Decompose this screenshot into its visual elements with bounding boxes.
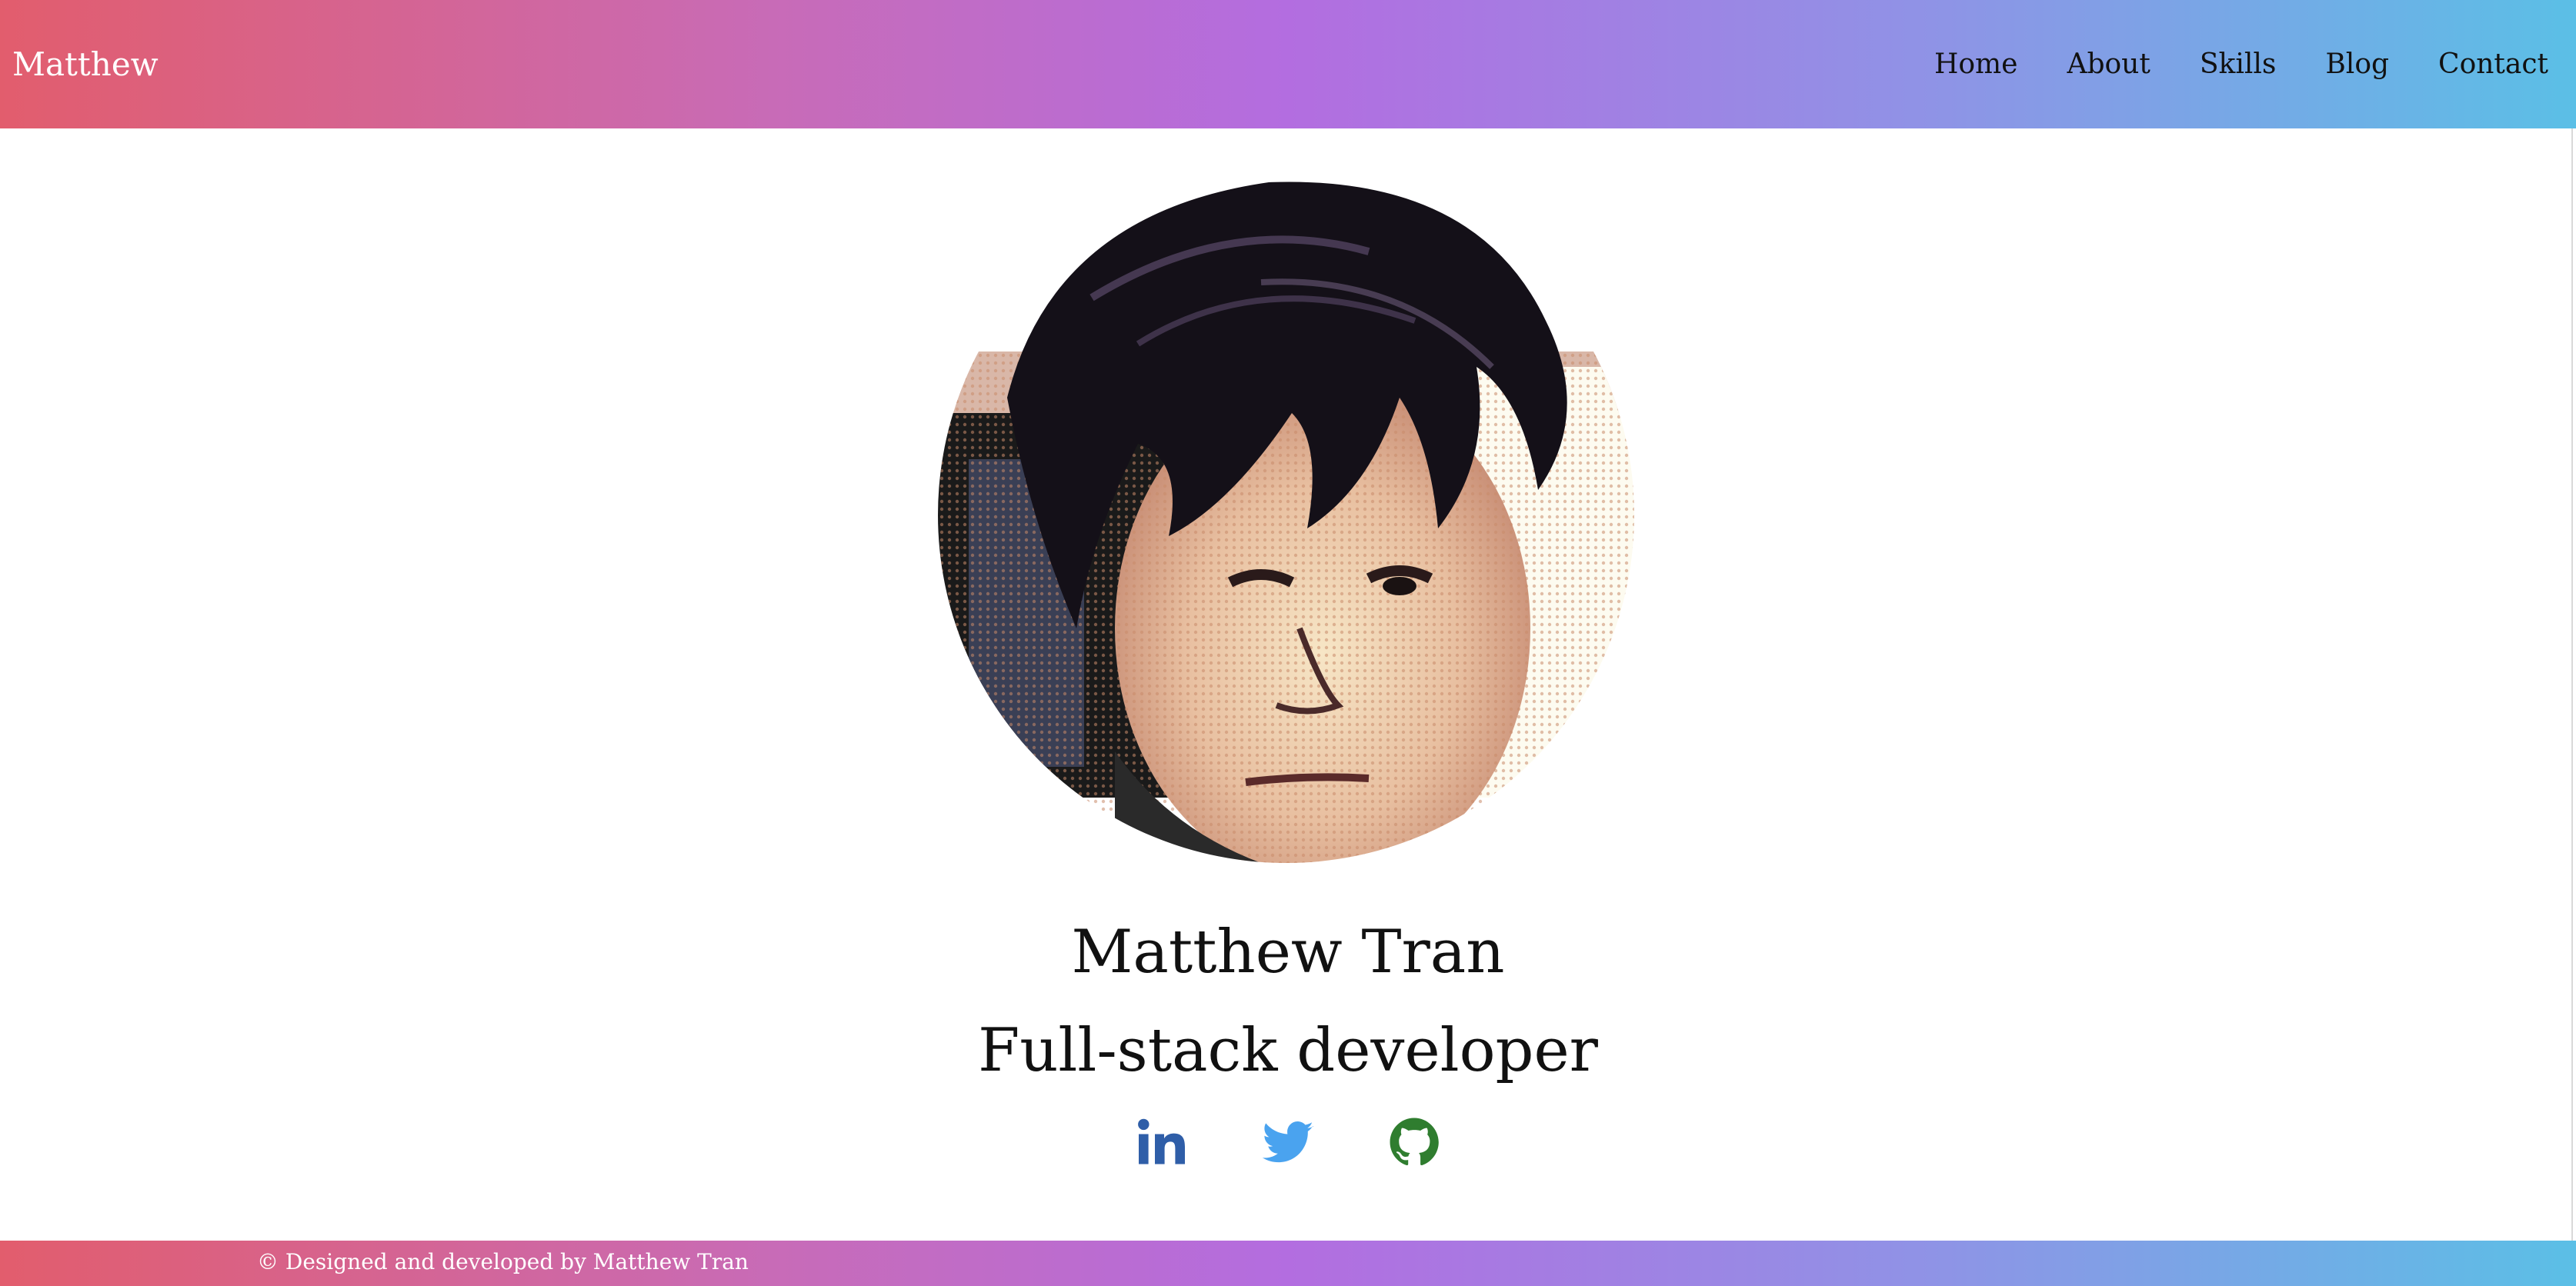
nav-home-link[interactable]: Home — [1934, 50, 2018, 78]
nav-blog-link[interactable]: Blog — [2325, 50, 2389, 78]
profile-photo — [938, 167, 1634, 863]
hero-section: Matthew Tran Full-stack developer — [0, 128, 2576, 1241]
nav-about-link[interactable]: About — [2067, 50, 2150, 78]
profile-role: Full-stack developer — [978, 1016, 1598, 1085]
brand-logo-text[interactable]: Matthew — [12, 48, 158, 81]
linkedin-icon[interactable] — [1134, 1114, 1190, 1170]
footer-copyright: © Designed and developed by Matthew Tran — [257, 1249, 749, 1274]
profile-name: Matthew Tran — [1071, 918, 1505, 987]
nav-contact-link[interactable]: Contact — [2438, 50, 2548, 78]
nav-skills-link[interactable]: Skills — [2200, 50, 2277, 78]
social-links — [1134, 1114, 1442, 1184]
top-navbar: Matthew Home About Skills Blog Contact — [0, 0, 2576, 128]
twitter-icon[interactable] — [1260, 1114, 1316, 1170]
site-footer: © Designed and developed by Matthew Tran — [0, 1241, 2576, 1286]
github-icon[interactable] — [1386, 1114, 1442, 1170]
main-nav: Home About Skills Blog Contact — [1934, 50, 2548, 78]
